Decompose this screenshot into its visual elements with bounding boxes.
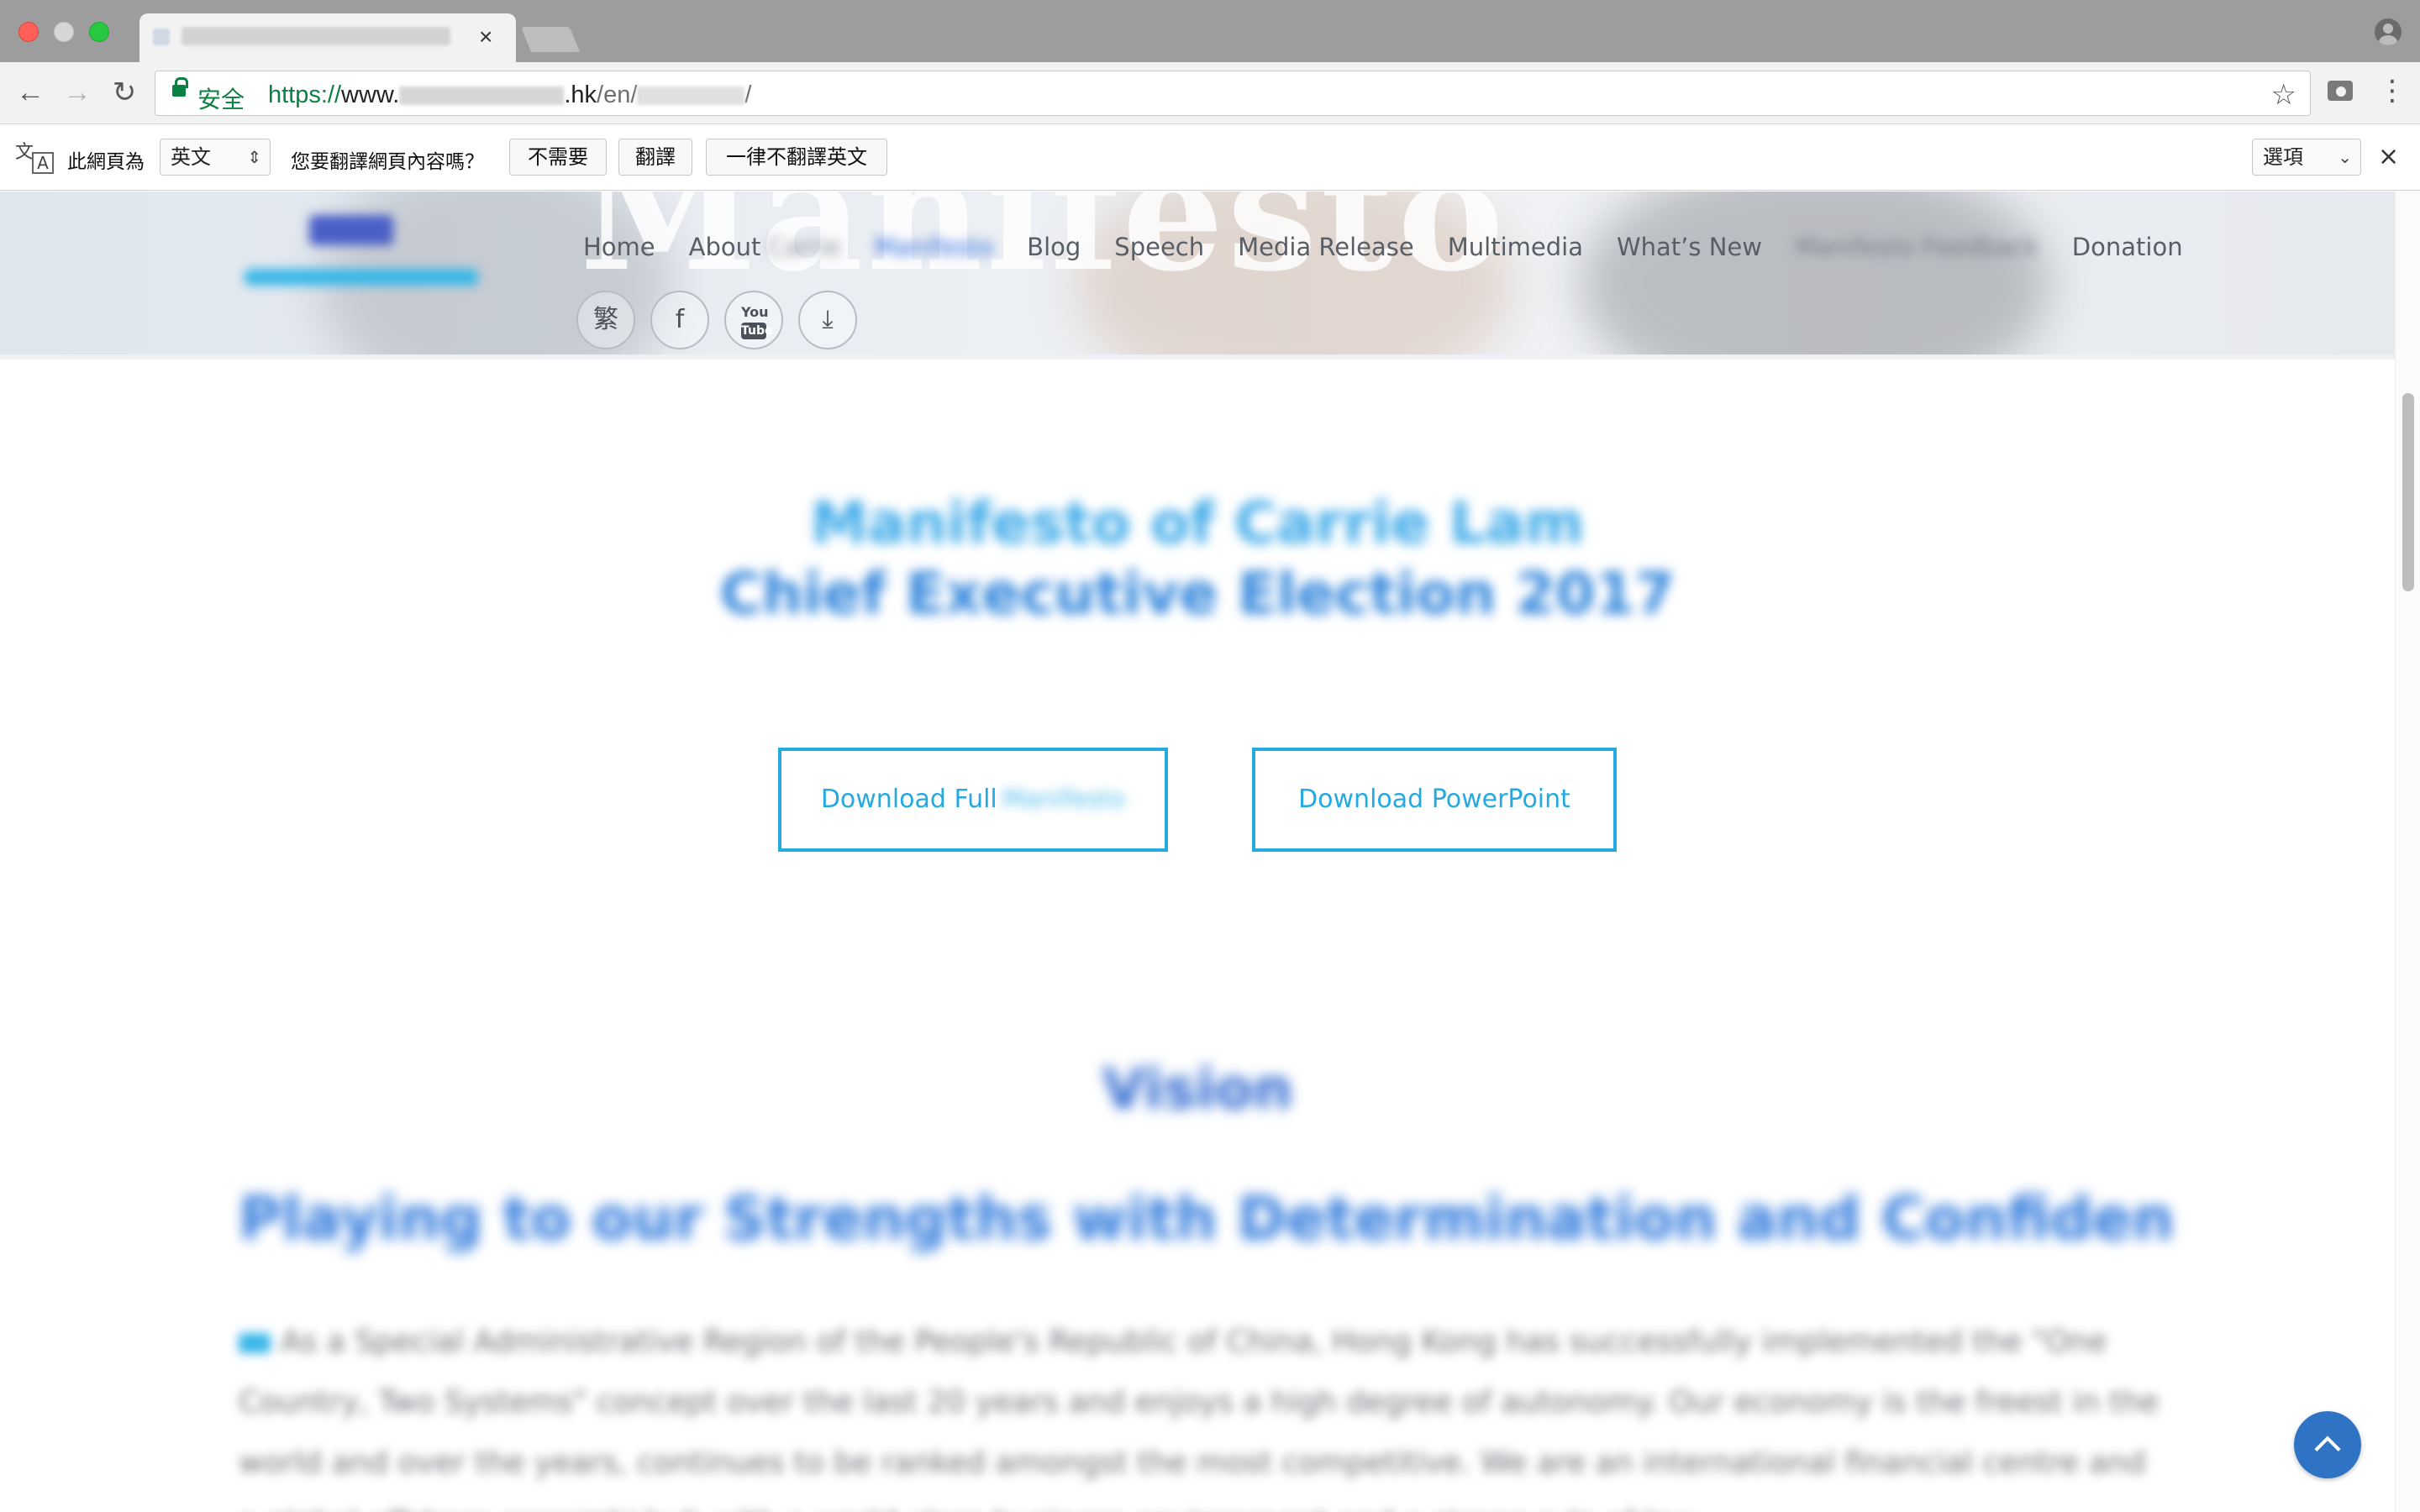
download-icon[interactable]: ⤓ (798, 291, 857, 349)
nav-feedback[interactable]: Manifesto Feedback (1796, 230, 2039, 264)
site-logo[interactable] (237, 212, 489, 312)
nav-home[interactable]: Home (583, 230, 655, 264)
url-text[interactable]: https://www. .hk/en/ / (268, 81, 751, 109)
page-title-line1: Manifesto of Carrie Lam (810, 491, 1585, 557)
profile-icon[interactable] (2375, 18, 2402, 45)
nav-speech[interactable]: Speech (1114, 230, 1204, 264)
chevron-down-icon: ⌄ (2338, 147, 2352, 167)
scrollbar-thumb[interactable] (2402, 393, 2414, 591)
language-toggle-button[interactable]: 繁 (576, 291, 635, 349)
nav-about-blurred: Carrie (767, 233, 841, 261)
social-links: 繁 f You Tube ⤓ (576, 291, 857, 351)
reload-icon[interactable]: ↻ (108, 76, 141, 109)
camera-icon[interactable] (2328, 81, 2353, 101)
intro-paragraph: As a Special Administrative Region of th… (239, 1312, 2171, 1512)
nav-media-release[interactable]: Media Release (1238, 230, 1414, 264)
scrollbar[interactable] (2395, 192, 2420, 1512)
translate-question: 您要翻譯網頁內容嗎？ (291, 151, 484, 173)
tab-favicon-icon (153, 29, 170, 45)
page-language-label: 此網頁為 (67, 151, 145, 173)
paragraph-marker (239, 1333, 271, 1353)
bookmark-star-icon[interactable]: ☆ (2271, 78, 2296, 112)
window-maximize-button[interactable] (89, 22, 109, 42)
nav-manifesto[interactable]: Manifesto (875, 230, 994, 264)
intro-paragraph-text: As a Special Administrative Region of th… (239, 1325, 2160, 1512)
tab-close-button[interactable]: × (479, 22, 492, 52)
page-title-line2: Chief Executive Election 2017 (719, 561, 1676, 627)
translate-options-label: 選項 (2263, 145, 2303, 169)
translate-options-select[interactable]: 選項 ⌄ (2252, 139, 2361, 176)
source-language-value: 英文 (171, 145, 211, 169)
window-close-button[interactable] (18, 22, 39, 42)
nav-blog[interactable]: Blog (1027, 230, 1081, 264)
forward-arrow-icon[interactable]: → (60, 76, 94, 109)
main-navigation: Home About Carrie Manifesto Blog Speech M… (583, 230, 2217, 264)
address-bar[interactable]: 安全 https://www. .hk/en/ / ☆ (155, 71, 2311, 116)
url-scheme: https:// (268, 81, 342, 108)
browser-tab-active[interactable]: × (139, 13, 516, 64)
back-arrow-icon[interactable]: ← (13, 76, 47, 109)
source-language-select[interactable]: 英文 ⇕ (160, 139, 271, 176)
url-redacted-domain (399, 87, 565, 106)
translate-icon: 文A (15, 137, 55, 177)
nav-multimedia[interactable]: Multimedia (1448, 230, 1583, 264)
download-full-manifesto-button[interactable]: Download Full Manifesto (778, 748, 1168, 852)
url-host-prefix: www. (341, 81, 400, 108)
tab-strip: × (0, 0, 2420, 64)
url-trailing: / (744, 81, 752, 108)
download-full-label: Download Full (820, 785, 997, 814)
updown-caret-icon: ⇕ (247, 147, 261, 167)
translate-infobar: 文A 此網頁為 英文 ⇕ 您要翻譯網頁內容嗎？ 不需要 翻譯 一律不翻譯英文 選… (0, 125, 2420, 191)
tab-title-redacted (182, 27, 450, 45)
strengths-heading: Playing to our Strengths with Determinat… (239, 1184, 2171, 1253)
facebook-icon[interactable]: f (650, 291, 709, 349)
no-translate-button[interactable]: 不需要 (509, 139, 607, 176)
translate-button[interactable]: 翻譯 (618, 139, 692, 176)
youtube-icon[interactable]: You Tube (724, 291, 783, 349)
never-translate-button[interactable]: 一律不翻譯英文 (706, 139, 887, 176)
nav-about-label: About (688, 233, 761, 261)
url-redacted-path (637, 87, 745, 106)
url-path: /en/ (597, 81, 638, 108)
new-tab-button[interactable] (520, 27, 581, 52)
nav-whats-new[interactable]: What’s New (1617, 230, 1762, 264)
window-minimize-button[interactable] (54, 22, 74, 42)
page-viewport: Manifesto Home About Carrie Manifesto Blo… (0, 192, 2420, 1512)
download-powerpoint-button[interactable]: Download PowerPoint (1252, 748, 1617, 852)
more-menu-icon[interactable]: ⋮ (2378, 74, 2407, 111)
secure-label: 安全 (197, 86, 245, 113)
back-to-top-button[interactable] (2294, 1411, 2361, 1478)
download-full-blurred: Manifesto (1002, 785, 1126, 814)
youtube-icon-bottom: Tube (741, 323, 773, 339)
nav-donation[interactable]: Donation (2072, 230, 2183, 264)
browser-toolbar: ← → ↻ 安全 https://www. .hk/en/ / ☆ ⋮ (0, 62, 2420, 124)
url-host-suffix: .hk (564, 81, 597, 108)
nav-about[interactable]: About Carrie (689, 230, 841, 264)
site-header: Manifesto Home About Carrie Manifesto Blo… (0, 192, 2395, 360)
lock-icon (172, 77, 188, 97)
translate-close-button[interactable]: × (2378, 142, 2399, 171)
hero-photo-right (1580, 192, 2050, 354)
vision-heading: Vision (1102, 1057, 1293, 1121)
youtube-icon-top: You (741, 304, 769, 320)
